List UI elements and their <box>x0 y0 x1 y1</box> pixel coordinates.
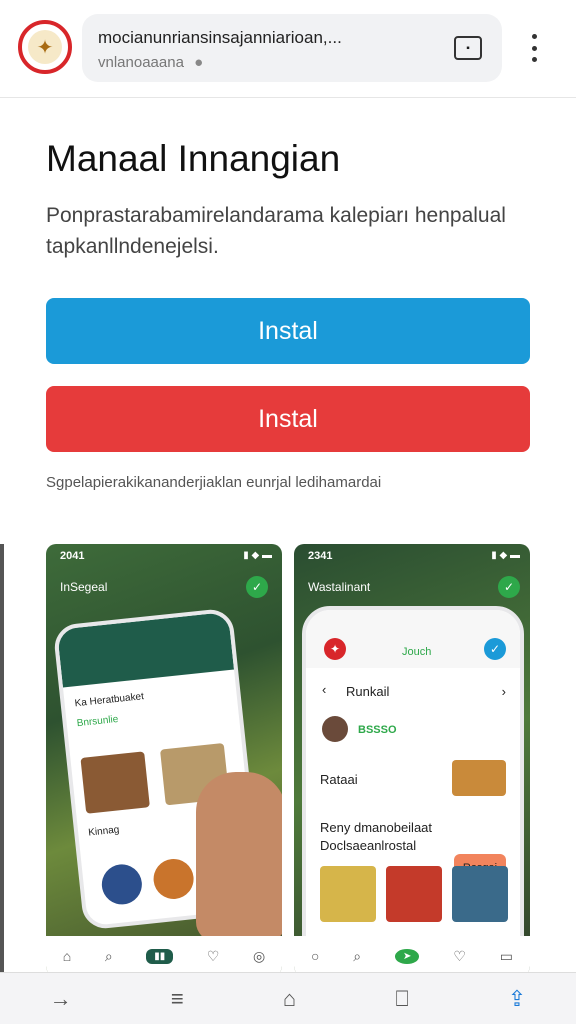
install-button-secondary[interactable]: Instal <box>46 386 530 452</box>
library-icon: ▮▮ <box>146 948 174 964</box>
status-time: 2341 <box>308 550 333 562</box>
status-icons: ▮ ◆ ▬ <box>243 550 272 561</box>
list-item: Bnrsunlie <box>76 713 119 730</box>
screenshot-brand: InSegeal <box>60 580 108 594</box>
emblem-icon: ✦ <box>28 30 62 64</box>
url-subtitle: vnlanoaaana ● <box>98 54 203 71</box>
thumbnail-image <box>80 751 150 814</box>
status-time: 2041 <box>60 550 85 562</box>
app-bottom-nav: ⌂ ⌕ ▮▮ ♡ ◎ <box>46 936 282 976</box>
reader-icon[interactable]: ≡ <box>171 986 184 1012</box>
tabs-icon: ▪ <box>466 42 470 54</box>
browser-bottom-nav: → ≡ ⌂ ⎕ ⇪ <box>0 972 576 1024</box>
row-title: Reny dmanobeilaat <box>320 820 433 835</box>
row-title: Rataai <box>320 772 358 787</box>
app-header-title: Jouch <box>402 646 432 658</box>
photo-tile <box>386 866 442 922</box>
product-image <box>452 760 506 796</box>
list-item: Kinnag <box>87 824 120 839</box>
forward-icon: › <box>501 684 506 699</box>
browser-toolbar: ✦ mocianunriansinsajanniarioan,... vnlan… <box>0 0 576 98</box>
app-logo-icon: ✦ <box>324 638 346 660</box>
heart-icon: ♡ <box>206 947 220 964</box>
home-icon[interactable]: ⌂ <box>283 986 296 1012</box>
verified-icon: ✓ <box>484 638 506 660</box>
install-button-primary[interactable]: Instal <box>46 298 530 364</box>
nav-title: Runkail <box>346 684 390 699</box>
forward-icon[interactable]: → <box>50 986 72 1012</box>
check-icon: ✓ <box>498 576 520 598</box>
status-icons: ▮ ◆ ▬ <box>491 550 520 561</box>
search-icon: ⌕ <box>104 947 113 964</box>
photo-tile <box>452 866 508 922</box>
address-bar[interactable]: mocianunriansinsajanniarioan,... vnlanoa… <box>82 14 502 82</box>
list-item: Ka Heratbuaket <box>74 691 145 710</box>
hand-image <box>196 772 282 942</box>
bag-icon: ▭ <box>499 947 513 964</box>
lock-icon: ● <box>194 54 204 71</box>
phone-mockup: ✦ Jouch ✓ ‹ Runkail › BSSSO Rataai Reny … <box>302 606 524 976</box>
avatar <box>322 716 348 742</box>
heart-icon: ♡ <box>453 947 466 964</box>
app-screenshot-1[interactable]: 2041 ▮ ◆ ▬ InSegeal ✓ Ka Heratbuaket Bnr… <box>46 544 282 976</box>
menu-dot <box>531 45 537 51</box>
screenshot-brand: Wastalinant <box>308 580 371 594</box>
search-icon: ⌕ <box>353 947 362 964</box>
photo-tile <box>320 866 376 922</box>
bookmark-icon[interactable]: ⎕ <box>395 986 408 1012</box>
page-title: Manaal Innangian <box>46 138 341 179</box>
menu-dot <box>531 34 537 39</box>
share-icon[interactable]: ⇪ <box>508 986 526 1012</box>
install-note: Sgpelapierakikananderjiaklan eunrjal led… <box>46 474 382 491</box>
home-icon: ⌂ <box>62 948 72 964</box>
profile-icon: ◎ <box>252 947 266 964</box>
previous-screenshot-edge <box>0 544 4 976</box>
app-bottom-nav: ○ ⌕ ➤ ♡ ▭ <box>294 936 530 976</box>
home-icon: ○ <box>310 948 320 964</box>
tabs-button[interactable]: ▪ <box>454 36 482 60</box>
url-title: mocianunriansinsajanniarioan,... <box>98 28 342 47</box>
avatar <box>99 862 144 907</box>
page-description: Ponprastarabamirelandarama kalepiarı hen… <box>46 204 506 258</box>
profile-label: BSSSO <box>358 724 397 736</box>
kebab-menu-button[interactable] <box>522 30 546 66</box>
play-icon: ➤ <box>395 948 420 964</box>
menu-dot <box>531 57 537 62</box>
avatar <box>151 856 196 901</box>
check-icon: ✓ <box>246 576 268 598</box>
app-header <box>56 611 235 688</box>
back-icon: ‹ <box>322 682 327 697</box>
row-subtitle: Doclsaeanlrostal <box>320 838 417 853</box>
url-subtitle-text: vnlanoaaana <box>98 54 184 71</box>
app-screenshot-2[interactable]: 2341 ▮ ◆ ▬ Wastalinant ✓ ✦ Jouch ✓ ‹ Run… <box>294 544 530 976</box>
site-logo[interactable]: ✦ <box>18 20 72 74</box>
